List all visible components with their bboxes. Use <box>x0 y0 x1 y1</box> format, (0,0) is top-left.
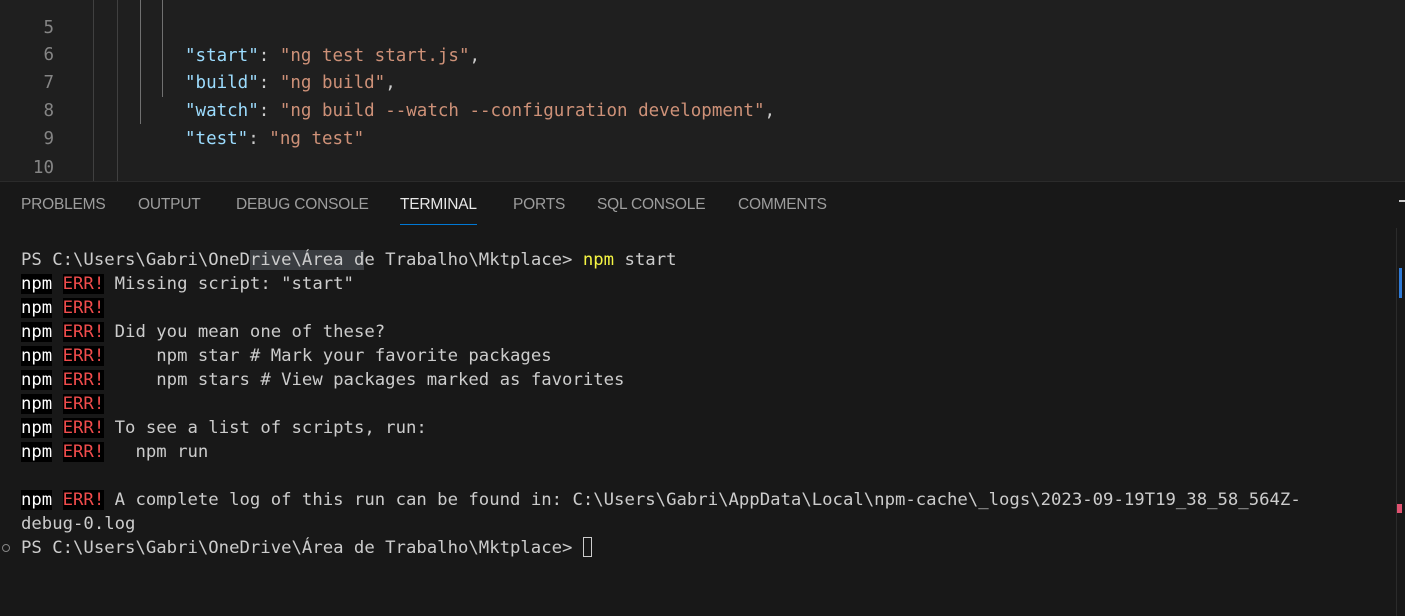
npm-label: npm <box>21 322 53 342</box>
scrollbar-marker-error <box>1397 504 1402 513</box>
terminal-output[interactable]: PS C:\Users\Gabri\OneDrive\Área de Traba… <box>0 248 1390 616</box>
terminal-scrollbar[interactable] <box>1396 228 1405 616</box>
code-line: 10 }, <box>0 126 1405 178</box>
code-line: 8 "test": "ng test" <box>0 69 1405 149</box>
terminal-error-line: npm ERR! Did you mean one of these? <box>21 322 386 342</box>
err-label: ERR! <box>62 490 105 510</box>
terminal-error-line: npm ERR! npm run <box>21 442 209 462</box>
text-selection: rive\Área d <box>249 250 365 270</box>
terminal-error-line: npm ERR! To see a list of scripts, run: <box>21 418 427 438</box>
terminal-prompt-line: PS C:\Users\Gabri\OneDrive\Área de Traba… <box>21 536 592 560</box>
tab-terminal[interactable]: TERMINAL <box>400 196 477 225</box>
npm-label: npm <box>21 298 53 318</box>
terminal-error-line: npm ERR! <box>21 296 105 320</box>
npm-label: npm <box>21 274 53 294</box>
plus-icon[interactable] <box>1399 200 1405 202</box>
tab-comments[interactable]: COMMENTS <box>738 196 827 218</box>
terminal-error-line: npm ERR! <box>21 392 105 416</box>
npm-label: npm <box>21 370 53 390</box>
terminal-log-line: npm ERR! A complete log of this run can … <box>21 490 1301 510</box>
terminal-error-line: npm ERR! npm star # Mark your favorite p… <box>21 346 552 366</box>
tab-debug-console[interactable]: DEBUG CONSOLE <box>236 196 369 218</box>
npm-label: npm <box>21 346 53 366</box>
npm-label: npm <box>21 418 53 438</box>
command-name: npm <box>582 250 615 270</box>
err-label: ERR! <box>62 418 105 438</box>
err-label: ERR! <box>62 274 105 294</box>
err-label: ERR! <box>62 322 105 342</box>
tab-output[interactable]: OUTPUT <box>138 196 201 218</box>
code-line: 7 "watch": "ng build --watch --configura… <box>0 41 1405 121</box>
code-line: 9 <box>0 97 1405 149</box>
bottom-panel: PROBLEMS OUTPUT DEBUG CONSOLE TERMINAL P… <box>0 181 1405 616</box>
err-label: ERR! <box>62 346 105 366</box>
err-label: ERR! <box>62 298 105 318</box>
terminal-cursor <box>582 537 592 557</box>
npm-label: npm <box>21 442 53 462</box>
panel-tabs: PROBLEMS OUTPUT DEBUG CONSOLE TERMINAL P… <box>0 182 1405 228</box>
err-label: ERR! <box>62 394 105 414</box>
tab-problems[interactable]: PROBLEMS <box>21 196 106 218</box>
npm-label: npm <box>21 394 53 414</box>
tab-ports[interactable]: PORTS <box>513 196 565 218</box>
terminal-prompt-line: PS C:\Users\Gabri\OneDrive\Área de Traba… <box>21 250 677 270</box>
err-label: ERR! <box>62 442 105 462</box>
scrollbar-marker-command <box>1399 268 1402 298</box>
terminal-error-line: npm ERR! Missing script: "start" <box>21 274 354 294</box>
err-label: ERR! <box>62 370 105 390</box>
code-editor[interactable]: 5 "start": "ng test start.js", 6 "build"… <box>0 0 1405 181</box>
terminal-log-line-wrap: debug-0.log <box>21 514 136 534</box>
npm-label: npm <box>21 490 53 510</box>
code-line: 6 "build": "ng build", <box>0 13 1405 93</box>
tab-sql-console[interactable]: SQL CONSOLE <box>597 196 706 218</box>
code-line: 11 "private": true, <box>0 154 1405 181</box>
code-line: 5 "start": "ng test start.js", <box>0 0 1405 66</box>
command-decoration-icon[interactable] <box>2 544 10 552</box>
terminal-error-line: npm ERR! npm stars # View packages marke… <box>21 370 625 390</box>
